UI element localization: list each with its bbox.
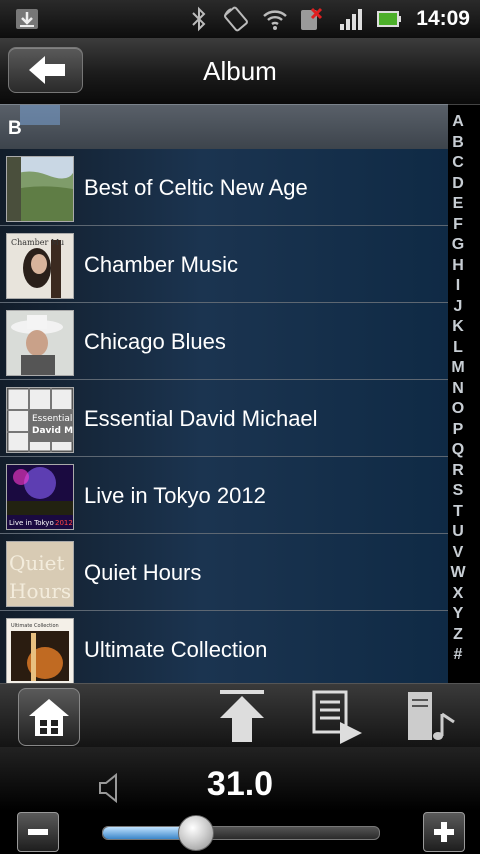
status-bar: 14:09 <box>0 0 480 38</box>
album-row[interactable]: Chamber Mu Chamber Music <box>0 226 448 303</box>
alphabet-letter[interactable]: B <box>446 133 470 154</box>
bluetooth-icon <box>192 6 206 32</box>
alphabet-letter[interactable]: L <box>446 338 470 359</box>
alphabet-letter[interactable]: # <box>446 645 470 666</box>
no-sim-icon <box>301 7 323 30</box>
album-cover: Ultimate Collection <box>6 618 74 684</box>
alphabet-letter[interactable]: G <box>446 235 470 256</box>
status-time: 14:09 <box>416 7 470 30</box>
album-cover <box>6 156 74 222</box>
volume-panel: 31.0 <box>0 747 480 854</box>
battery-icon <box>377 11 401 27</box>
cover-text: Hours <box>9 579 71 603</box>
volume-slider[interactable] <box>102 815 380 851</box>
volume-up-button[interactable] <box>423 812 465 852</box>
volume-slider-knob[interactable] <box>178 815 215 851</box>
cover-text: David Michael <box>32 426 73 436</box>
section-letter: B <box>8 118 22 139</box>
alphabet-letter[interactable]: N <box>446 379 470 400</box>
album-row[interactable]: Best of Celtic New Age <box>0 149 448 226</box>
cover-text: Live in Tokyo <box>9 519 54 527</box>
home-icon <box>29 699 69 736</box>
alphabet-letter[interactable]: M <box>446 358 470 379</box>
alphabet-letter[interactable]: J <box>446 297 470 318</box>
volume-value: 31.0 <box>206 765 274 803</box>
alphabet-letter[interactable]: P <box>446 420 470 441</box>
album-title: Ultimate Collection <box>84 637 268 662</box>
download-icon <box>16 9 38 29</box>
cover-text: Chamber Mu <box>11 238 64 247</box>
plus-icon <box>434 822 454 842</box>
volume-down-button[interactable] <box>17 812 59 852</box>
media-server-button[interactable] <box>402 688 462 744</box>
home-button[interactable] <box>18 688 80 746</box>
album-row[interactable]: Ultimate Collection Ultimate Collection <box>0 611 448 688</box>
alphabet-letter[interactable]: T <box>446 502 470 523</box>
album-list: Best of Celtic New Age Chamber Mu Chambe… <box>0 149 448 688</box>
cover-text: Essential <box>32 414 72 424</box>
alphabet-letter[interactable]: S <box>446 481 470 502</box>
album-row[interactable]: Quiet Hours Quiet Hours <box>0 534 448 611</box>
alphabet-letter[interactable]: Y <box>446 604 470 625</box>
alphabet-letter[interactable]: R <box>446 461 470 482</box>
alphabet-letter[interactable]: D <box>446 174 470 195</box>
media-server-icon <box>408 692 455 740</box>
album-title: Chamber Music <box>84 252 239 277</box>
alphabet-index[interactable]: A B C D E F G H I J K L M N O P Q R S T U V W X Y Z # <box>446 112 470 666</box>
album-cover: Live in Tokyo 2012 <box>6 464 74 530</box>
album-cover <box>6 310 74 376</box>
title-bar: Album <box>0 38 480 105</box>
album-cover: Essential David Michael <box>6 387 74 453</box>
alphabet-letter[interactable]: Q <box>446 440 470 461</box>
cover-text: Quiet <box>9 551 65 575</box>
bottom-toolbar <box>0 683 480 747</box>
alphabet-letter[interactable]: A <box>446 112 470 133</box>
wifi-icon <box>263 10 287 30</box>
page-title: Album <box>203 56 277 86</box>
album-title: Quiet Hours <box>84 560 202 585</box>
cover-text: 2012 <box>55 519 73 527</box>
playlist-button[interactable] <box>306 688 366 744</box>
album-title: Essential David Michael <box>84 406 318 431</box>
alphabet-letter[interactable]: V <box>446 543 470 564</box>
rotation-icon <box>224 6 248 32</box>
cover-text: Ultimate Collection <box>11 623 59 629</box>
scroll-to-top-icon <box>220 690 264 742</box>
alphabet-letter[interactable]: C <box>446 153 470 174</box>
alphabet-letter[interactable]: K <box>446 317 470 338</box>
album-cover: Quiet Hours <box>6 541 74 607</box>
album-title: Best of Celtic New Age <box>84 175 308 200</box>
signal-icon <box>340 9 362 30</box>
alphabet-letter[interactable]: H <box>446 256 470 277</box>
alphabet-letter[interactable]: O <box>446 399 470 420</box>
alphabet-letter[interactable]: U <box>446 522 470 543</box>
album-title: Live in Tokyo 2012 <box>84 483 266 508</box>
album-cover: Chamber Mu <box>6 233 74 299</box>
scroll-indicator <box>20 105 60 125</box>
alphabet-letter[interactable]: W <box>446 563 470 584</box>
alphabet-letter[interactable]: X <box>446 584 470 605</box>
section-header: B <box>0 104 448 150</box>
album-row[interactable]: Live in Tokyo 2012 Live in Tokyo 2012 <box>0 457 448 534</box>
alphabet-letter[interactable]: Z <box>446 625 470 646</box>
album-row[interactable]: Chicago Blues <box>0 303 448 380</box>
playlist-icon <box>312 690 362 744</box>
album-title: Chicago Blues <box>84 329 226 354</box>
alphabet-letter[interactable]: I <box>446 276 470 297</box>
alphabet-letter[interactable]: E <box>446 194 470 215</box>
album-row[interactable]: Essential David Michael Essential David … <box>0 380 448 457</box>
minus-icon <box>28 829 48 835</box>
scroll-to-top-button[interactable] <box>212 688 272 744</box>
alphabet-letter[interactable]: F <box>446 215 470 236</box>
